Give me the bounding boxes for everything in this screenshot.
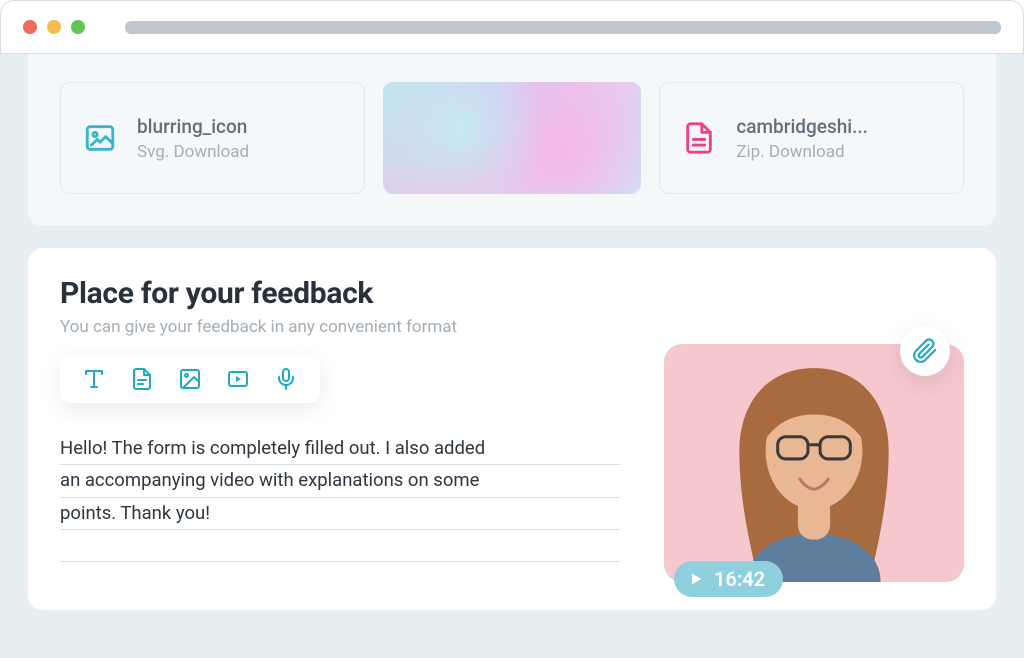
app-canvas: blurring_icon Svg. Download cambridgeshi… [0,54,1024,658]
attachments-row: blurring_icon Svg. Download cambridgeshi… [28,54,996,226]
feedback-card: Place for your feedback You can give you… [28,248,996,610]
attachment-sub: Zip. Download [736,142,868,162]
video-duration: 16:42 [714,567,765,591]
video-tool-icon[interactable] [226,367,250,391]
file-tool-icon[interactable] [130,367,154,391]
play-icon [688,571,704,587]
text-line [60,530,620,562]
file-icon [682,121,716,155]
text-line: an accompanying video with explanations … [60,465,620,497]
feedback-textarea[interactable]: Hello! The form is completely filled out… [60,433,620,562]
attachment-meta: blurring_icon Svg. Download [137,115,249,162]
mic-tool-icon[interactable] [274,367,298,391]
feedback-title: Place for your feedback [60,276,964,311]
window-close-dot[interactable] [23,20,37,34]
feedback-subtitle: You can give your feedback in any conven… [60,317,964,337]
attachment-card[interactable]: cambridgeshi... Zip. Download [659,82,964,194]
attachment-meta: cambridgeshi... Zip. Download [736,115,868,162]
avatar-illustration [703,350,925,582]
attachment-name: blurring_icon [137,115,249,138]
image-icon [83,121,117,155]
text-line: points. Thank you! [60,498,620,530]
image-tool-icon[interactable] [178,367,202,391]
text-tool-icon[interactable] [82,367,106,391]
format-toolbar [60,355,320,403]
video-preview[interactable]: 16:42 [664,344,964,582]
attachment-name: cambridgeshi... [736,115,868,138]
window-minimize-dot[interactable] [47,20,61,34]
video-duration-badge: 16:42 [674,561,783,597]
attachment-card[interactable]: blurring_icon Svg. Download [60,82,365,194]
browser-chrome [0,0,1024,54]
attachment-sub: Svg. Download [137,142,249,162]
text-line: Hello! The form is completely filled out… [60,433,620,465]
attachment-thumbnail[interactable] [383,82,642,194]
window-maximize-dot[interactable] [71,20,85,34]
url-bar[interactable] [125,21,1001,34]
